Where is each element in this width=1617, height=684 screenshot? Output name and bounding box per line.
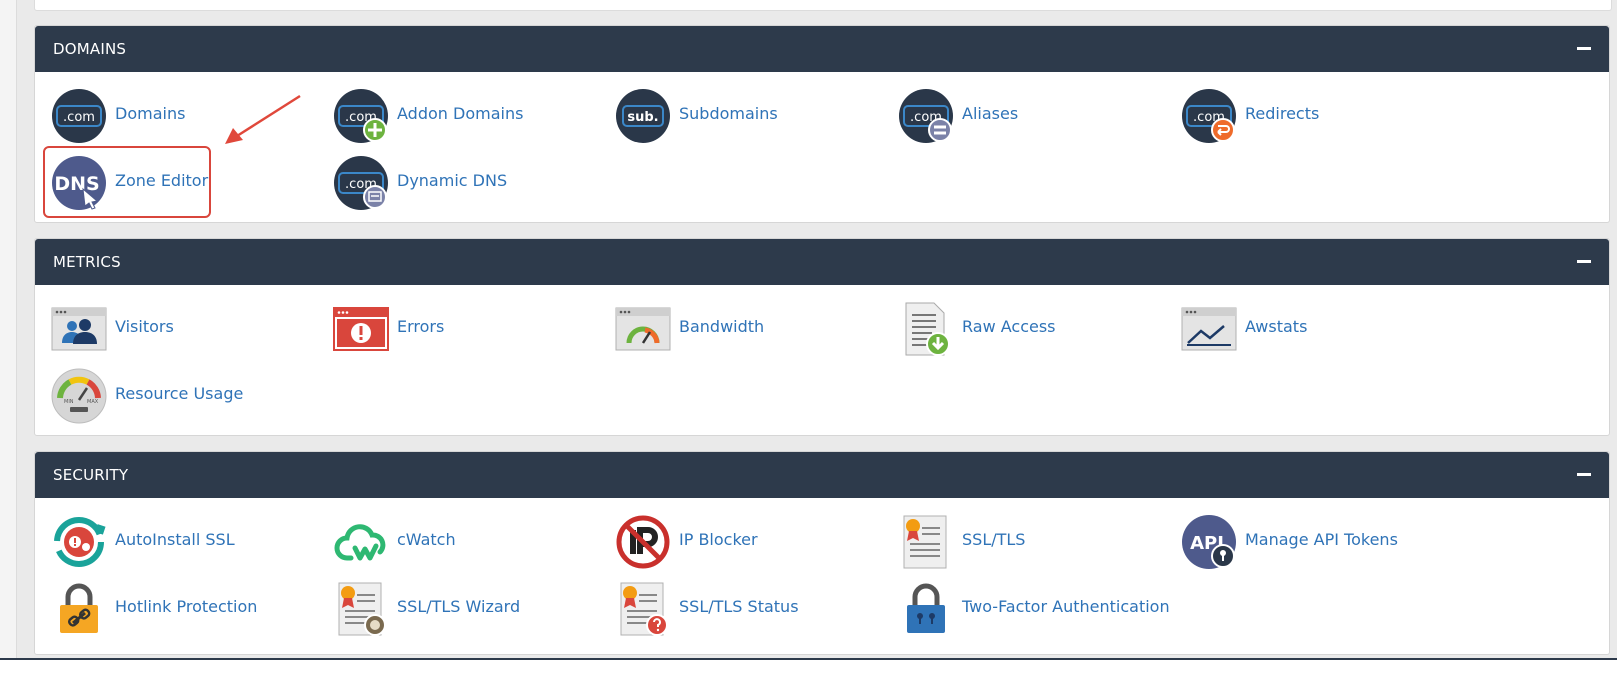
previous-panel-edge — [34, 0, 1612, 11]
item-visitors[interactable]: Visitors — [51, 301, 321, 357]
bandwidth-gauge-icon — [615, 301, 671, 357]
left-edge-strip — [0, 0, 17, 682]
panel-title: METRICS — [53, 253, 121, 271]
visitors-icon — [51, 301, 107, 357]
item-label: Subdomains — [679, 104, 778, 123]
awstats-chart-icon — [1181, 301, 1237, 357]
certificate-icon — [898, 514, 954, 570]
certificate-wizard-icon — [333, 581, 389, 637]
item-hotlink-protection[interactable]: Hotlink Protection — [51, 581, 321, 637]
svg-text:sub.: sub. — [627, 110, 658, 125]
raw-access-document-icon — [898, 301, 954, 357]
item-label: IP Blocker — [679, 530, 758, 549]
dotcom-add-icon: .com — [333, 88, 389, 144]
svg-text:MAX: MAX — [87, 399, 99, 405]
item-cwatch[interactable]: cWatch — [333, 514, 603, 570]
collapse-button[interactable] — [1577, 260, 1591, 263]
svg-text:MIN: MIN — [64, 399, 74, 405]
certificate-status-icon — [615, 581, 671, 637]
item-label: Domains — [115, 104, 186, 123]
item-label: SSL/TLS Wizard — [397, 597, 521, 616]
item-label: Two-Factor Authentication — [962, 597, 1170, 616]
panel-metrics: METRICS Visitors Errors Bandwidth Raw Ac… — [34, 238, 1610, 436]
panel-title: SECURITY — [53, 466, 129, 484]
item-subdomains[interactable]: sub. Subdomains — [615, 88, 885, 144]
panel-header-domains[interactable]: DOMAINS — [35, 26, 1609, 72]
item-bandwidth[interactable]: Bandwidth — [615, 301, 885, 357]
api-key-icon: API — [1181, 514, 1237, 570]
item-raw-access[interactable]: Raw Access — [898, 301, 1168, 357]
item-two-factor-authentication[interactable]: Two-Factor Authentication — [898, 581, 1170, 637]
item-label: Redirects — [1245, 104, 1320, 123]
sub-icon: sub. — [615, 88, 671, 144]
svg-text:.com: .com — [63, 110, 95, 125]
item-label: Hotlink Protection — [115, 597, 258, 616]
panel-security: SECURITY AutoInstall SSL cWatch IP Block… — [34, 451, 1610, 655]
item-aliases[interactable]: .com Aliases — [898, 88, 1168, 144]
item-awstats[interactable]: Awstats — [1181, 301, 1451, 357]
item-label: cWatch — [397, 530, 456, 549]
item-dynamic-dns[interactable]: .com Dynamic DNS — [333, 155, 603, 211]
item-label: Awstats — [1245, 317, 1308, 336]
bottom-bar — [0, 658, 1617, 684]
item-ssl-tls-wizard[interactable]: SSL/TLS Wizard — [333, 581, 603, 637]
item-addon-domains[interactable]: .com Addon Domains — [333, 88, 603, 144]
panel-header-security[interactable]: SECURITY — [35, 452, 1609, 498]
item-label: AutoInstall SSL — [115, 530, 235, 549]
dotcom-icon: .com — [51, 88, 107, 144]
collapse-button[interactable] — [1577, 47, 1591, 50]
item-label: Dynamic DNS — [397, 171, 508, 190]
item-ssl-tls-status[interactable]: SSL/TLS Status — [615, 581, 885, 637]
item-label: Visitors — [115, 317, 174, 336]
item-label: SSL/TLS Status — [679, 597, 799, 616]
item-errors[interactable]: Errors — [333, 301, 603, 357]
dotcom-dynamic-icon: .com — [333, 155, 389, 211]
dotcom-alias-icon: .com — [898, 88, 954, 144]
errors-icon — [333, 301, 389, 357]
item-resource-usage[interactable]: MIN MAX Resource Usage — [51, 368, 321, 424]
panel-title: DOMAINS — [53, 40, 127, 58]
item-label: Addon Domains — [397, 104, 524, 123]
item-label: SSL/TLS — [962, 530, 1026, 549]
highlight-box — [43, 146, 211, 218]
cwatch-cloud-icon — [333, 514, 389, 570]
item-manage-api-tokens[interactable]: API Manage API Tokens — [1181, 514, 1451, 570]
item-label: Raw Access — [962, 317, 1056, 336]
item-label: Manage API Tokens — [1245, 530, 1398, 549]
item-redirects[interactable]: .com Redirects — [1181, 88, 1451, 144]
item-ssl-tls[interactable]: SSL/TLS — [898, 514, 1168, 570]
dotcom-redirect-icon: .com — [1181, 88, 1237, 144]
item-label: Aliases — [962, 104, 1019, 123]
ip-blocker-icon — [615, 514, 671, 570]
item-label: Resource Usage — [115, 384, 244, 403]
annotation-arrow-icon — [225, 94, 301, 144]
item-label: Errors — [397, 317, 445, 336]
autoinstall-ssl-icon — [51, 514, 107, 570]
resource-usage-gauge-icon: MIN MAX — [51, 368, 107, 424]
collapse-button[interactable] — [1577, 473, 1591, 476]
panel-header-metrics[interactable]: METRICS — [35, 239, 1609, 285]
padlock-link-icon — [51, 581, 107, 637]
item-autoinstall-ssl[interactable]: AutoInstall SSL — [51, 514, 321, 570]
padlock-2fa-icon — [898, 581, 954, 637]
item-label: Bandwidth — [679, 317, 765, 336]
item-ip-blocker[interactable]: IP Blocker — [615, 514, 885, 570]
